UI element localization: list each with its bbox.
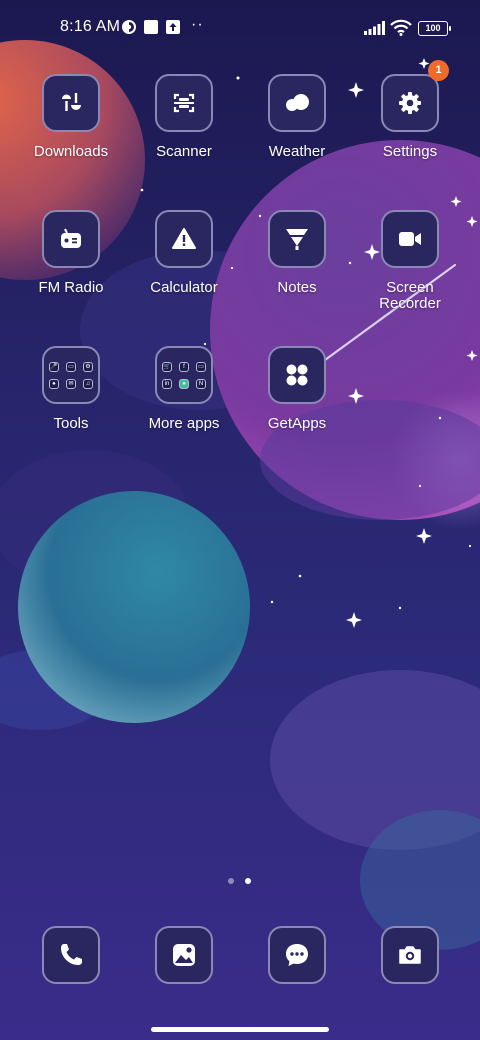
screen-recorder-app-icon[interactable] — [381, 210, 439, 268]
folder-preview: 🎤 ▭ ⚙ ♠ ✉ ♫ — [49, 361, 93, 389]
page-dot-active[interactable] — [245, 878, 251, 884]
dock-gallery[interactable] — [155, 926, 213, 984]
app-settings[interactable]: 1 Settings — [355, 60, 465, 160]
dock-camera[interactable] — [381, 926, 439, 984]
folder-tools[interactable]: 🎤 ▭ ⚙ ♠ ✉ ♫ Tools — [16, 346, 126, 432]
facebook-mini-icon: f — [179, 361, 189, 372]
app-label: Weather — [268, 143, 326, 160]
app-label: More apps — [148, 415, 220, 432]
app-mini-icon: ● — [179, 378, 189, 389]
upload-icon — [166, 20, 180, 34]
dock-messages[interactable] — [268, 926, 326, 984]
getapps-icon — [286, 364, 308, 386]
app-label: Scanner — [156, 143, 212, 160]
scanner-icon — [173, 93, 195, 113]
notes-app-icon[interactable] — [268, 210, 326, 268]
calculator-icon — [172, 228, 196, 249]
app-label: Downloads — [33, 143, 109, 160]
status-overflow: ·· — [191, 16, 204, 33]
battery-icon: 100 — [418, 21, 451, 36]
weather-app-icon[interactable] — [268, 74, 326, 132]
tools-folder-icon[interactable]: 🎤 ▭ ⚙ ♠ ✉ ♫ — [42, 346, 100, 404]
app-fm-radio[interactable]: FM Radio — [16, 210, 126, 296]
weather-icon — [286, 94, 309, 111]
shop-mini-icon: 🛒 — [162, 361, 172, 372]
radio-icon — [61, 228, 81, 248]
downloads-app-icon[interactable] — [42, 74, 100, 132]
app-notes[interactable]: Notes — [242, 210, 352, 296]
gallery-icon — [173, 944, 195, 966]
fm-radio-app-icon[interactable] — [42, 210, 100, 268]
status-bar: 8:16 AM ·· 100 — [0, 0, 480, 56]
linkedin-mini-icon: in — [162, 378, 172, 389]
app-label: FM Radio — [38, 279, 104, 296]
settings-app-icon[interactable]: 1 — [381, 60, 449, 132]
notification-square-icon — [144, 20, 158, 34]
planet-teal — [18, 491, 250, 723]
app-calculator[interactable]: Calculator — [129, 210, 239, 296]
settings-mini-icon: ⚙ — [83, 361, 93, 372]
app-mini-icon: ▭ — [196, 361, 206, 372]
downloads-icon — [62, 93, 81, 111]
notification-badge: 1 — [428, 60, 449, 81]
app-label: Calculator — [150, 279, 218, 296]
netflix-mini-icon: N — [196, 378, 206, 389]
app-label: GetApps — [267, 415, 327, 432]
message-mini-icon: ▭ — [66, 361, 76, 372]
app-label: Notes — [277, 279, 317, 296]
app-label: Settings — [382, 143, 438, 160]
app-downloads[interactable]: Downloads — [16, 74, 126, 160]
more-apps-folder-icon[interactable]: 🛒 f ▭ in ● N — [155, 346, 213, 404]
home-gesture-bar[interactable] — [151, 1027, 329, 1032]
music-mini-icon: ♫ — [83, 378, 93, 389]
app-getapps[interactable]: GetApps — [242, 346, 352, 432]
calculator-app-icon[interactable] — [155, 210, 213, 268]
wifi-icon — [390, 19, 412, 36]
app-label: Screen Recorder — [379, 279, 441, 312]
app-weather[interactable]: Weather — [242, 74, 352, 160]
mail-mini-icon: ✉ — [66, 378, 76, 389]
app-label: Tools — [53, 415, 89, 432]
folder-preview: 🛒 f ▭ in ● N — [162, 361, 206, 389]
app-scanner[interactable]: Scanner — [129, 74, 239, 160]
camera-icon — [399, 946, 421, 964]
data-saver-icon — [122, 20, 136, 34]
messages-icon — [286, 944, 308, 966]
app-screen-recorder[interactable]: Screen Recorder — [355, 210, 465, 312]
gear-icon — [399, 92, 421, 114]
phone-icon — [61, 944, 82, 965]
getapps-app-icon[interactable] — [268, 346, 326, 404]
security-mini-icon: ♠ — [49, 378, 59, 389]
folder-more-apps[interactable]: 🛒 f ▭ in ● N More apps — [129, 346, 239, 432]
video-camera-icon — [399, 232, 421, 246]
status-time: 8:16 AM — [60, 18, 121, 35]
scanner-app-icon[interactable] — [155, 74, 213, 132]
dock-phone[interactable] — [42, 926, 100, 984]
notes-icon — [286, 229, 308, 250]
page-dot[interactable] — [228, 878, 234, 884]
recorder-mini-icon: 🎤 — [49, 361, 59, 372]
battery-level: 100 — [425, 23, 441, 33]
signal-icon — [364, 21, 385, 35]
